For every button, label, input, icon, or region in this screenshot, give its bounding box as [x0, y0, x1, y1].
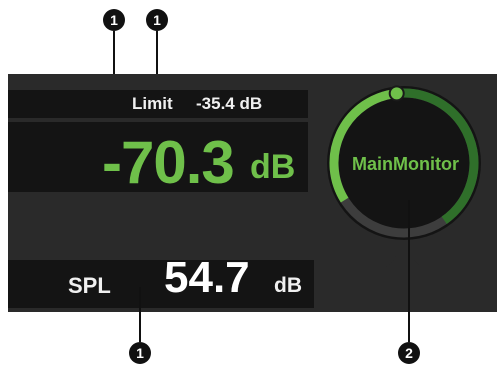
callout-leader-monitor — [408, 200, 410, 342]
level-readout: -70.3 — [102, 129, 235, 196]
limit-value: -35.4 dB — [196, 94, 263, 113]
spl-label: SPL — [68, 273, 111, 298]
callout-leader-spl — [139, 287, 141, 342]
monitor-ring[interactable] — [0, 0, 497, 365]
spl-unit: dB — [274, 274, 302, 297]
level-unit: dB — [250, 148, 296, 186]
spl-value: 54.7 — [164, 253, 250, 302]
limit-label: Limit — [132, 94, 173, 113]
monitor-ring-knob — [388, 85, 405, 102]
monitor-stand — [376, 248, 432, 312]
monitor-name[interactable]: MainMonitor — [352, 154, 459, 175]
